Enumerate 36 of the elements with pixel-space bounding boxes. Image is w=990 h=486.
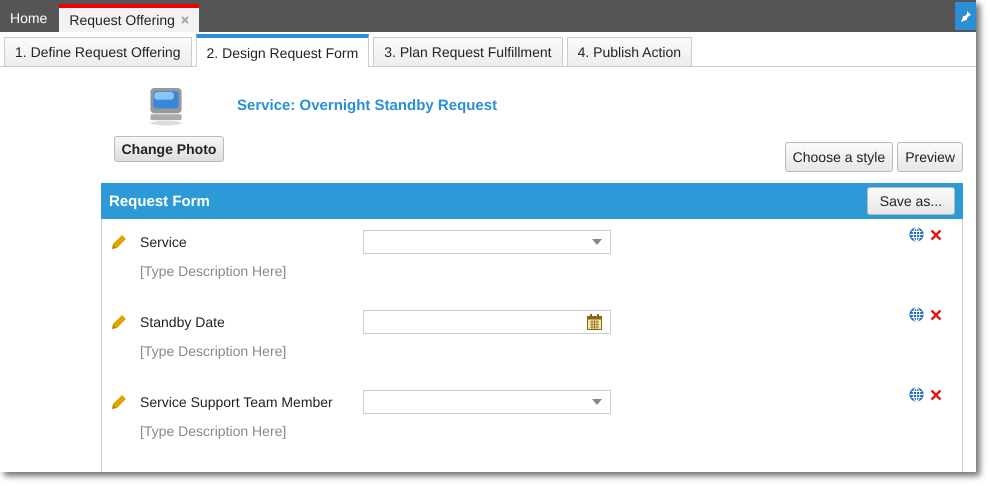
save-as-button[interactable]: Save as... [866,187,955,215]
delete-icon[interactable] [930,229,942,241]
step-tab[interactable]: 3. Plan Request Fulfillment [373,37,563,66]
field-description: [Type Description Here] [140,263,288,279]
dropdown-arrow-icon[interactable] [592,399,602,405]
globe-icon[interactable] [909,227,924,242]
field-description: [Type Description Here] [140,423,288,439]
close-icon[interactable] [180,16,189,24]
calendar-icon[interactable] [587,314,602,330]
step-tab[interactable]: 2. Design Request Form [196,34,370,67]
change-photo-button[interactable]: Change Photo [114,136,224,162]
pin-button[interactable] [955,2,976,30]
field-label: Service [140,234,188,250]
globe-icon[interactable] [909,307,924,322]
field-label: Standby Date [140,314,226,330]
computer-icon [148,87,184,126]
delete-icon[interactable] [930,309,942,321]
field-label: Service Support Team Member [140,394,334,410]
step-tab[interactable]: 4. Publish Action [566,37,692,66]
step-tab[interactable]: 1. Define Request Offering [4,37,192,66]
pencil-icon[interactable] [110,233,128,251]
toolbar-button[interactable]: Preview [897,142,963,172]
dropdown-arrow-icon[interactable] [592,239,602,245]
input-field[interactable] [363,390,611,414]
pencil-icon[interactable] [110,313,128,331]
pencil-icon[interactable] [110,393,128,411]
delete-icon[interactable] [930,389,942,401]
toolbar-button[interactable]: Choose a style [784,142,894,172]
page-tab[interactable]: Request Offering [59,4,199,32]
form-title: Request Form [109,192,210,210]
input-field[interactable] [363,230,611,254]
input-field[interactable] [363,310,611,334]
pin-icon [960,10,972,22]
service-title: Service: Overnight Standby Request [237,97,498,116]
field-description: [Type Description Here] [140,343,288,359]
globe-icon[interactable] [909,387,924,402]
